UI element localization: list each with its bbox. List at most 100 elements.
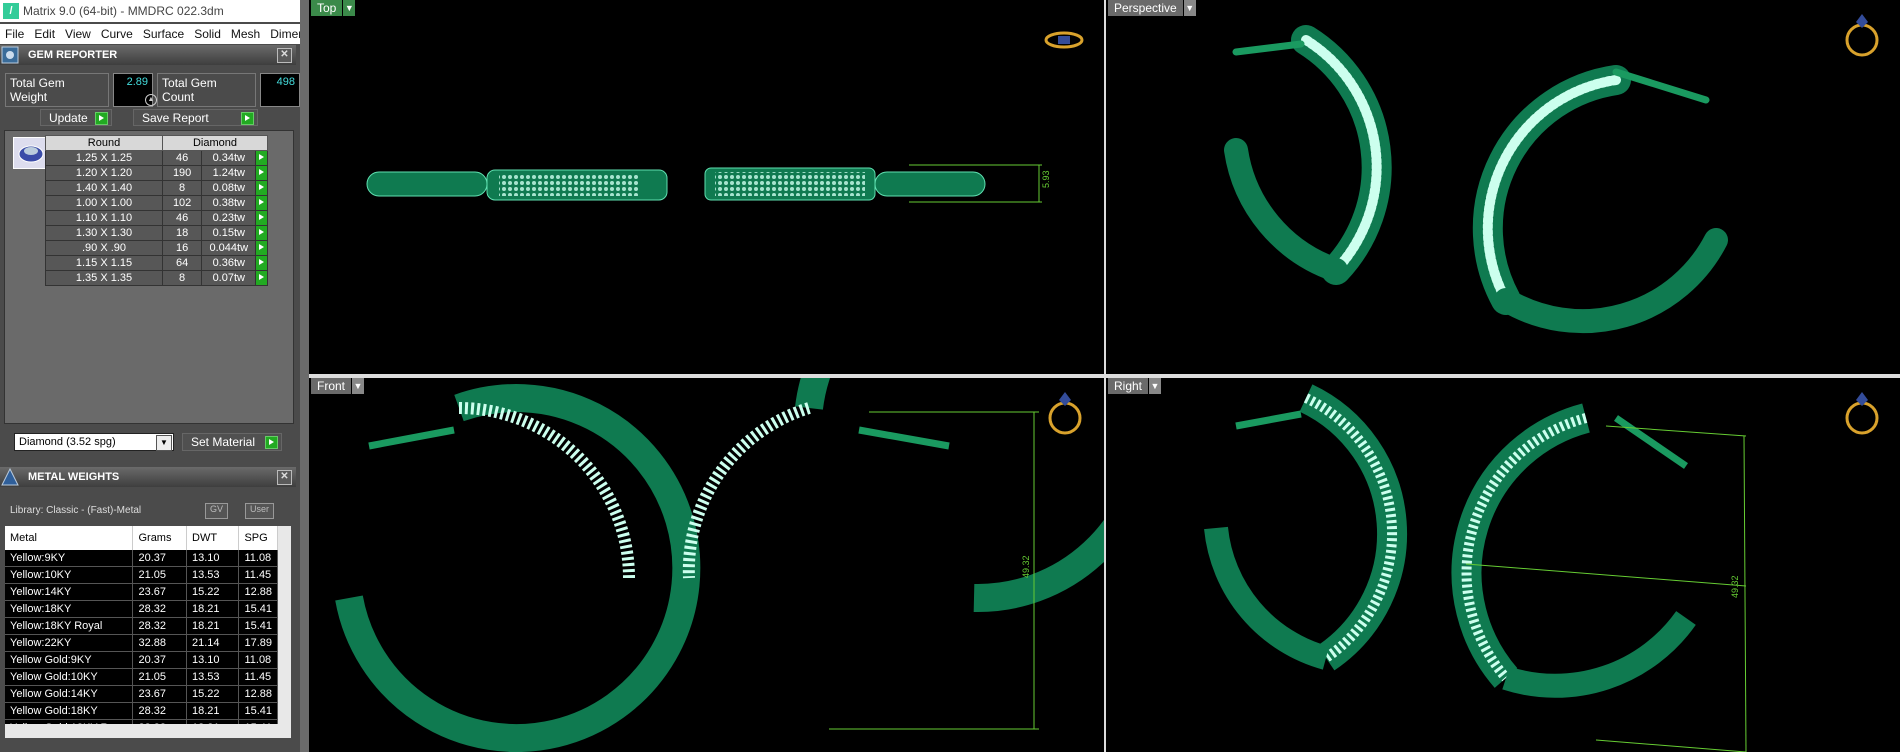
ring-icon[interactable] xyxy=(1045,390,1085,441)
metal-row[interactable]: Yellow Gold:10KY 21.05 13.53 11.45 xyxy=(5,668,278,686)
menu-solid[interactable]: Solid xyxy=(189,27,226,41)
viewport-top-label[interactable]: Top ▼ xyxy=(311,0,356,16)
gem-row[interactable]: 1.40 X 1.40 8 0.08tw xyxy=(45,180,268,196)
gem-weight: 0.36tw xyxy=(201,255,257,271)
update-button[interactable]: Update xyxy=(40,109,112,126)
gem-weight: 0.38tw xyxy=(201,195,257,211)
metal-cell: 23.67 xyxy=(132,685,188,703)
viewport-perspective-label[interactable]: Perspective ▼ xyxy=(1108,0,1196,16)
metal-row[interactable]: Yellow Gold:18KY 28.32 18.21 15.41 xyxy=(5,702,278,720)
viewport-front-label[interactable]: Front ▼ xyxy=(311,378,365,394)
gem-count: 18 xyxy=(161,225,203,241)
play-icon[interactable] xyxy=(255,225,268,241)
play-icon[interactable] xyxy=(255,270,268,286)
gem-reporter-icon xyxy=(0,45,20,65)
metal-cell: 11.08 xyxy=(238,550,278,567)
gem-reporter-title: GEM REPORTER xyxy=(28,49,118,61)
menu-view[interactable]: View xyxy=(60,27,96,41)
chevron-down-icon[interactable]: ▼ xyxy=(352,378,365,394)
title-bar: / Matrix 9.0 (64-bit) - MMDRC 022.3dm xyxy=(0,0,300,22)
gem-row[interactable]: 1.35 X 1.35 8 0.07tw xyxy=(45,270,268,286)
app-icon: / xyxy=(3,3,19,19)
menu-file[interactable]: File xyxy=(0,27,29,41)
gem-count: 16 xyxy=(161,240,203,256)
total-gem-count-value: 498 xyxy=(260,73,300,107)
metal-row[interactable]: Yellow:9KY 20.37 13.10 11.08 xyxy=(5,550,278,567)
col-shape: Round xyxy=(45,135,163,151)
viewport-right-label[interactable]: Right ▼ xyxy=(1108,378,1162,394)
gem-row[interactable]: 1.30 X 1.30 18 0.15tw xyxy=(45,225,268,241)
gem-weight: 0.08tw xyxy=(201,180,257,196)
gem-count: 8 xyxy=(161,270,203,286)
chevron-down-icon[interactable]: ▼ xyxy=(1149,378,1162,394)
viewport-right[interactable]: 49.32 Right ▼ xyxy=(1106,378,1900,752)
metal-row[interactable]: Yellow:18KY Royal 28.32 18.21 15.41 xyxy=(5,617,278,635)
chevron-down-icon[interactable]: ▼ xyxy=(343,0,356,16)
play-icon xyxy=(241,112,254,125)
ring-icon[interactable] xyxy=(1842,388,1882,439)
ring-icon[interactable] xyxy=(1842,10,1882,61)
viewport-top-name: Top xyxy=(311,0,343,16)
viewport-perspective[interactable]: Perspective ▼ xyxy=(1106,0,1900,374)
metal-row[interactable]: Yellow:18KY 28.32 18.21 15.41 xyxy=(5,600,278,618)
gem-row[interactable]: 1.20 X 1.20 190 1.24tw xyxy=(45,165,268,181)
gem-reporter-header: GEM REPORTER ✕ xyxy=(0,45,296,65)
metal-row[interactable]: Yellow Gold:9KY 20.37 13.10 11.08 xyxy=(5,651,278,669)
top-dimension-label: 5.93 xyxy=(1041,170,1051,188)
metal-cell: Yellow:18KY xyxy=(5,600,134,618)
metal-cell: 15.41 xyxy=(238,600,278,618)
metal-cell: Yellow:10KY xyxy=(5,566,134,584)
ring-icon[interactable] xyxy=(1044,28,1084,55)
metal-cell: Yellow Gold:14KY xyxy=(5,685,134,703)
user-toggle[interactable]: User xyxy=(245,503,275,519)
metal-row[interactable]: Yellow Gold:14KY 23.67 15.22 12.88 xyxy=(5,685,278,703)
viewport-top[interactable]: 5.93 Top ▼ xyxy=(309,0,1104,374)
metal-row[interactable]: Yellow:22KY 32.88 21.14 17.89 xyxy=(5,634,278,652)
viewport-splitter-v[interactable] xyxy=(1104,0,1106,752)
metal-cell: 13.10 xyxy=(186,550,240,567)
play-icon[interactable] xyxy=(255,210,268,226)
menu-edit[interactable]: Edit xyxy=(29,27,60,41)
close-icon[interactable]: ✕ xyxy=(277,470,292,485)
col-spg: SPG xyxy=(238,526,278,550)
play-icon[interactable] xyxy=(255,150,268,166)
panel-splitter[interactable] xyxy=(300,0,309,752)
metal-cell: 32.88 xyxy=(132,634,188,652)
metal-row[interactable]: Yellow:14KY 23.67 15.22 12.88 xyxy=(5,583,278,601)
collapse-arrow-icon[interactable]: ▲ xyxy=(145,94,157,106)
gem-count: 46 xyxy=(161,210,203,226)
set-material-button[interactable]: Set Material xyxy=(182,433,282,451)
total-gem-weight-label: Total Gem Weight xyxy=(5,73,110,107)
horizontal-scrollbar[interactable] xyxy=(5,724,291,738)
gv-toggle[interactable]: GV xyxy=(205,503,229,519)
save-report-button[interactable]: Save Report xyxy=(133,109,258,126)
gem-row[interactable]: 1.00 X 1.00 102 0.38tw xyxy=(45,195,268,211)
gem-row[interactable]: 1.15 X 1.15 64 0.36tw xyxy=(45,255,268,271)
metal-cell: 18.21 xyxy=(186,617,240,635)
menu-mesh[interactable]: Mesh xyxy=(226,27,265,41)
viewport-front[interactable]: 49.32 Front ▼ xyxy=(309,378,1104,752)
material-select[interactable]: Diamond (3.52 spg) ▼ xyxy=(14,433,174,451)
play-icon[interactable] xyxy=(255,165,268,181)
close-icon[interactable]: ✕ xyxy=(277,48,292,63)
gem-weight: 0.15tw xyxy=(201,225,257,241)
menu-dimension[interactable]: Dimensi xyxy=(265,27,300,41)
play-icon[interactable] xyxy=(255,255,268,271)
metal-cell: 21.05 xyxy=(132,668,188,686)
metal-row[interactable]: Yellow:10KY 21.05 13.53 11.45 xyxy=(5,566,278,584)
total-gem-count-label: Total Gem Count xyxy=(157,73,256,107)
gem-row[interactable]: 1.10 X 1.10 46 0.23tw xyxy=(45,210,268,226)
menu-curve[interactable]: Curve xyxy=(96,27,138,41)
vertical-scrollbar[interactable] xyxy=(278,526,291,724)
round-gem-icon[interactable] xyxy=(13,137,49,169)
gem-row[interactable]: 1.25 X 1.25 46 0.34tw xyxy=(45,150,268,166)
play-icon[interactable] xyxy=(255,240,268,256)
menu-surface[interactable]: Surface xyxy=(138,27,189,41)
play-icon[interactable] xyxy=(255,180,268,196)
chevron-down-icon[interactable]: ▼ xyxy=(1183,0,1196,16)
gem-table: Round Diamond 1.25 X 1.25 46 0.34tw 1.20 X … xyxy=(45,135,268,286)
chevron-down-icon[interactable]: ▼ xyxy=(156,435,172,451)
metal-cell: 17.89 xyxy=(238,634,278,652)
gem-row[interactable]: .90 X .90 16 0.044tw xyxy=(45,240,268,256)
play-icon[interactable] xyxy=(255,195,268,211)
